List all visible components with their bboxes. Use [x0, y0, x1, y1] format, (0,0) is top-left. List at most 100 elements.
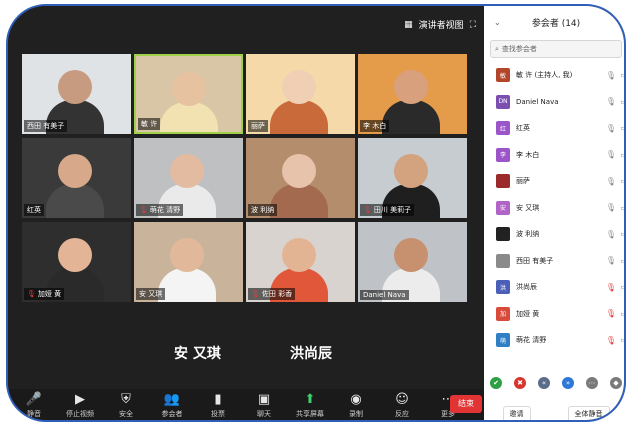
camera-icon[interactable]: ▭ [620, 204, 624, 212]
camera-icon[interactable]: ▭ [620, 283, 624, 291]
video-tile[interactable]: 🎙 加娅 黄 [22, 222, 131, 302]
mic-icon[interactable]: 🎙 [606, 124, 616, 133]
participant-head [58, 154, 92, 188]
participant-row[interactable]: 萌萌花 清野🎙▭ [484, 327, 624, 354]
camera-icon[interactable]: ▭ [620, 177, 624, 185]
video-tile[interactable]: 李 木白 [358, 54, 467, 134]
mic-icon[interactable]: 🎙 [606, 150, 616, 159]
participant-name: 萌花 清野 [149, 206, 181, 214]
video-tile[interactable]: 🎙 萌花 清野 [134, 138, 243, 218]
video-tile[interactable]: 西田 有美子 [22, 54, 131, 134]
video-tile[interactable]: Daniel Nava [358, 222, 467, 302]
camera-icon[interactable]: ▭ [620, 151, 624, 159]
participant-row[interactable]: 安安 又琪🎙▭ [484, 195, 624, 222]
toolbar-icon: ▮ [214, 392, 222, 407]
participant-row[interactable]: 敏敏 许 (主持人, 我)🎙▭ [484, 62, 624, 89]
reaction-icon[interactable]: ✔ [490, 377, 502, 389]
speaker-caption-2: 洪尚辰 [290, 346, 332, 362]
camera-icon[interactable]: ▭ [620, 336, 624, 344]
reaction-icon[interactable]: » [562, 377, 574, 389]
toolbar-icon: ▣ [257, 392, 271, 407]
muted-mic-icon[interactable]: 🎙 [606, 336, 616, 345]
participant-name: 安 又琪 [139, 290, 163, 298]
toolbar-label: 聊天 [257, 410, 271, 418]
toolbar-label: 参会者 [161, 410, 183, 418]
video-tile[interactable]: 🎙 佐田 彩香 [246, 222, 355, 302]
toolbar-button[interactable]: 🎤 静音 [14, 391, 54, 419]
fullscreen-icon[interactable]: ⛶ [470, 20, 476, 30]
toolbar-icon: ⛨ [121, 392, 131, 407]
participant-row[interactable]: 洪洪尚辰🎙▭ [484, 274, 624, 301]
camera-icon[interactable]: ▭ [620, 257, 624, 265]
toolbar-button[interactable]: 👥 参会者 [152, 391, 192, 419]
reaction-icon[interactable]: ◆ [610, 377, 622, 389]
participant-name-tag: 李 木白 [360, 120, 390, 132]
reaction-icon[interactable]: ✖ [514, 377, 526, 389]
toolbar-icon: ◉ [350, 392, 362, 407]
avatar: DN [496, 94, 510, 109]
participant-name-tag: 红英 [24, 204, 44, 216]
mic-icon[interactable]: 🎙 [606, 256, 616, 265]
participant-row[interactable]: 李李 木白🎙▭ [484, 142, 624, 169]
video-tile[interactable]: 🎙 田川 美莉子 [358, 138, 467, 218]
speaker-caption-1: 安 又琪 [174, 346, 221, 362]
participant-row[interactable]: 丽萨🎙▭ [484, 168, 624, 195]
camera-icon[interactable]: ▭ [620, 71, 624, 79]
participant-row[interactable]: 西田 有美子🎙▭ [484, 248, 624, 275]
participant-head [394, 70, 428, 104]
participants-header: ⌄ 参会者 (14) [484, 6, 624, 38]
participant-row[interactable]: 波 利纳🎙▭ [484, 221, 624, 248]
mute-all-button[interactable]: 全体静音 [567, 406, 610, 420]
camera-icon[interactable]: ▭ [620, 310, 624, 318]
speaker-view-label: 演讲者视图 [418, 21, 464, 31]
camera-icon[interactable]: ▭ [620, 124, 624, 132]
participant-name: 西田 有美子 [27, 122, 65, 130]
mic-icon[interactable]: 🎙 [606, 71, 616, 80]
mic-icon[interactable]: 🎙 [606, 97, 616, 106]
end-meeting-button[interactable]: 结束 [450, 395, 482, 413]
toolbar-button[interactable]: ▮ 投票 [198, 391, 238, 419]
camera-icon[interactable]: ▭ [620, 98, 624, 106]
participant-name: 红英 [27, 206, 41, 214]
video-tile[interactable]: 红英 [22, 138, 131, 218]
muted-mic-icon[interactable]: 🎙 [606, 283, 616, 292]
panel-footer: 邀请 全体静音 [484, 406, 624, 420]
chevron-down-icon[interactable]: ⌄ [494, 18, 501, 27]
muted-mic-icon: 🎙 [27, 290, 36, 298]
video-tile[interactable]: 丽萨 [246, 54, 355, 134]
participant-head [394, 238, 428, 272]
toolbar-button[interactable]: ⬆ 共享屏幕 [290, 391, 330, 419]
video-tile[interactable]: 波 利纳 [246, 138, 355, 218]
meeting-toolbar: 🎤 静音 ▶ 停止视频 ⛨ 安全 👥 参会者 ▮ 投票 ▣ 聊天 ⬆ 共享屏幕 ◉ 录制 ☺ 反应 ⋯ 更多 结束 [8, 389, 484, 420]
participant-name-tag: 波 利纳 [248, 204, 278, 216]
reaction-icon[interactable]: ⋯ [586, 377, 598, 389]
mic-icon[interactable]: 🎙 [606, 177, 616, 186]
toolbar-button[interactable]: ▶ 停止视频 [60, 391, 100, 419]
mic-icon[interactable]: 🎙 [606, 230, 616, 239]
participant-head [170, 154, 204, 188]
avatar [496, 227, 510, 242]
participant-row[interactable]: DNDaniel Nava🎙▭ [484, 89, 624, 116]
toolbar-button[interactable]: ▣ 聊天 [244, 391, 284, 419]
participant-search-input[interactable]: ⌕ 查找参会者 [490, 40, 622, 58]
participant-name: 敏 许 [141, 120, 158, 128]
video-tile[interactable]: 安 又琪 [134, 222, 243, 302]
toolbar-button[interactable]: ⛨ 安全 [106, 391, 146, 419]
mic-icon[interactable]: 🎙 [606, 203, 616, 212]
participant-row[interactable]: 加加娅 黄🎙▭ [484, 301, 624, 328]
avatar: 李 [496, 147, 510, 162]
view-switcher[interactable]: ▦ 演讲者视图 ⛶ [404, 18, 476, 32]
muted-mic-icon[interactable]: 🎙 [606, 309, 616, 318]
participant-name: 李 木白 [363, 122, 387, 130]
toolbar-button[interactable]: ◉ 录制 [336, 391, 376, 419]
camera-icon[interactable]: ▭ [620, 230, 624, 238]
invite-button[interactable]: 邀请 [502, 406, 531, 420]
avatar: 安 [496, 200, 510, 215]
participant-name: 佐田 彩香 [261, 290, 293, 298]
muted-mic-icon: 🎙 [363, 206, 372, 214]
reaction-icon[interactable]: « [538, 377, 550, 389]
avatar: 洪 [496, 280, 510, 295]
video-tile[interactable]: 敏 许 [134, 54, 243, 134]
toolbar-button[interactable]: ☺ 反应 [382, 391, 422, 419]
participant-row[interactable]: 红红英🎙▭ [484, 115, 624, 142]
